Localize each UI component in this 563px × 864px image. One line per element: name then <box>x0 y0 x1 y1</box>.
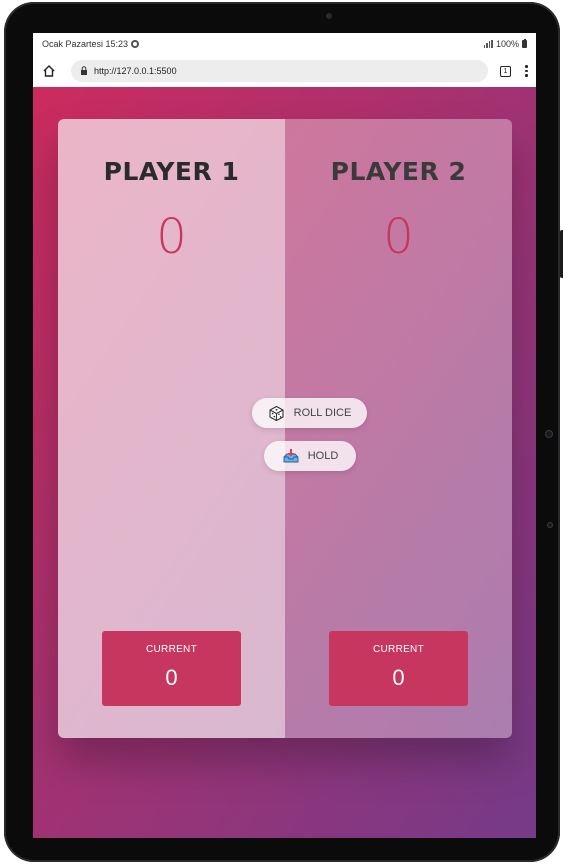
page-background: PLAYER 1 0 CURRENT 0 PLAYER 2 0 CURRENT … <box>33 87 536 838</box>
roll-dice-button[interactable]: ROLL DICE <box>252 398 367 428</box>
tablet-frame: Ocak Pazartesi 15:23 100% http://127.0.0… <box>4 2 563 862</box>
lock-icon <box>80 65 88 77</box>
home-icon[interactable] <box>41 63 57 79</box>
player-2-current-box: CURRENT 0 <box>329 631 468 706</box>
player-1-current-box: CURRENT 0 <box>102 631 241 706</box>
status-time: Ocak Pazartesi 15:23 <box>42 39 129 49</box>
player-1-current-score: 0 <box>165 665 178 690</box>
player-2-panel: PLAYER 2 0 CURRENT 0 <box>285 119 512 738</box>
battery-icon <box>522 38 527 48</box>
side-sensor-2 <box>547 522 553 528</box>
overflow-menu-icon[interactable] <box>525 65 528 77</box>
status-bar: Ocak Pazartesi 15:23 100% <box>33 33 536 55</box>
side-sensor <box>545 430 553 438</box>
browser-toolbar: http://127.0.0.1:5500 1 <box>33 55 536 87</box>
player-1-name: PLAYER 1 <box>103 157 240 186</box>
hold-button[interactable]: HOLD <box>264 441 356 471</box>
dice-icon <box>268 404 286 422</box>
player-2-current-score: 0 <box>392 665 405 690</box>
roll-dice-label: ROLL DICE <box>293 407 352 419</box>
player-1-score: 0 <box>156 209 187 265</box>
screen: Ocak Pazartesi 15:23 100% http://127.0.0… <box>33 33 536 838</box>
tab-switcher-button[interactable]: 1 <box>500 65 511 77</box>
player-2-score: 0 <box>383 209 414 265</box>
battery-level: 100% <box>495 39 519 49</box>
player-1-panel: PLAYER 1 0 CURRENT 0 <box>58 119 285 738</box>
hold-label: HOLD <box>307 450 339 462</box>
address-bar[interactable]: http://127.0.0.1:5500 <box>71 60 488 82</box>
front-camera <box>326 13 332 19</box>
signal-icon <box>483 40 493 48</box>
player-2-current-label: CURRENT <box>373 644 424 655</box>
inbox-tray-icon <box>282 447 300 465</box>
player-1-current-label: CURRENT <box>146 644 197 655</box>
notification-icon <box>131 40 140 48</box>
player-2-name: PLAYER 2 <box>330 157 467 186</box>
url-text: http://127.0.0.1:5500 <box>94 66 177 76</box>
game-board: PLAYER 1 0 CURRENT 0 PLAYER 2 0 CURRENT … <box>58 119 512 738</box>
